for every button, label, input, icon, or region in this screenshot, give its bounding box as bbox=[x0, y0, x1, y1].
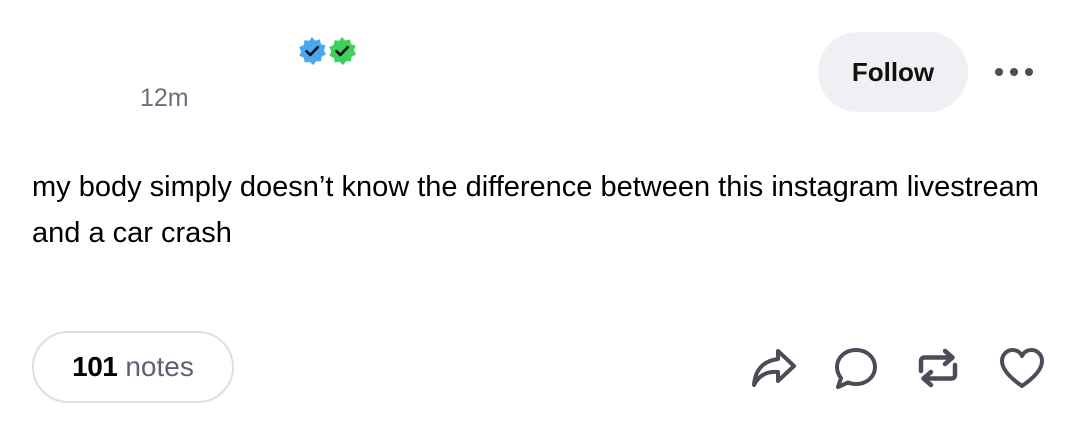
reply-button[interactable] bbox=[830, 342, 882, 394]
share-button[interactable] bbox=[748, 342, 800, 394]
reblog-icon bbox=[918, 348, 958, 388]
reply-icon bbox=[835, 348, 877, 389]
badges bbox=[297, 36, 357, 66]
more-options-button[interactable] bbox=[990, 58, 1038, 86]
reblog-button[interactable] bbox=[912, 342, 964, 394]
post-body-text: my body simply doesn’t know the differen… bbox=[32, 171, 1039, 249]
notes-count: 101 bbox=[72, 351, 118, 382]
like-button[interactable] bbox=[996, 342, 1048, 394]
more-horizontal-icon bbox=[995, 68, 1033, 76]
post-card: 12m Follow my body simply doesn’t know t… bbox=[0, 0, 1074, 424]
follow-button[interactable]: Follow bbox=[818, 32, 968, 112]
share-icon bbox=[752, 349, 796, 387]
post-timestamp[interactable]: 12m bbox=[140, 83, 189, 113]
blue-verified-badge-icon bbox=[297, 36, 327, 66]
notes-label: notes bbox=[125, 351, 194, 382]
green-verified-badge-icon bbox=[327, 36, 357, 66]
like-heart-icon bbox=[1000, 348, 1044, 388]
notes-button[interactable]: 101 notes bbox=[32, 331, 234, 403]
